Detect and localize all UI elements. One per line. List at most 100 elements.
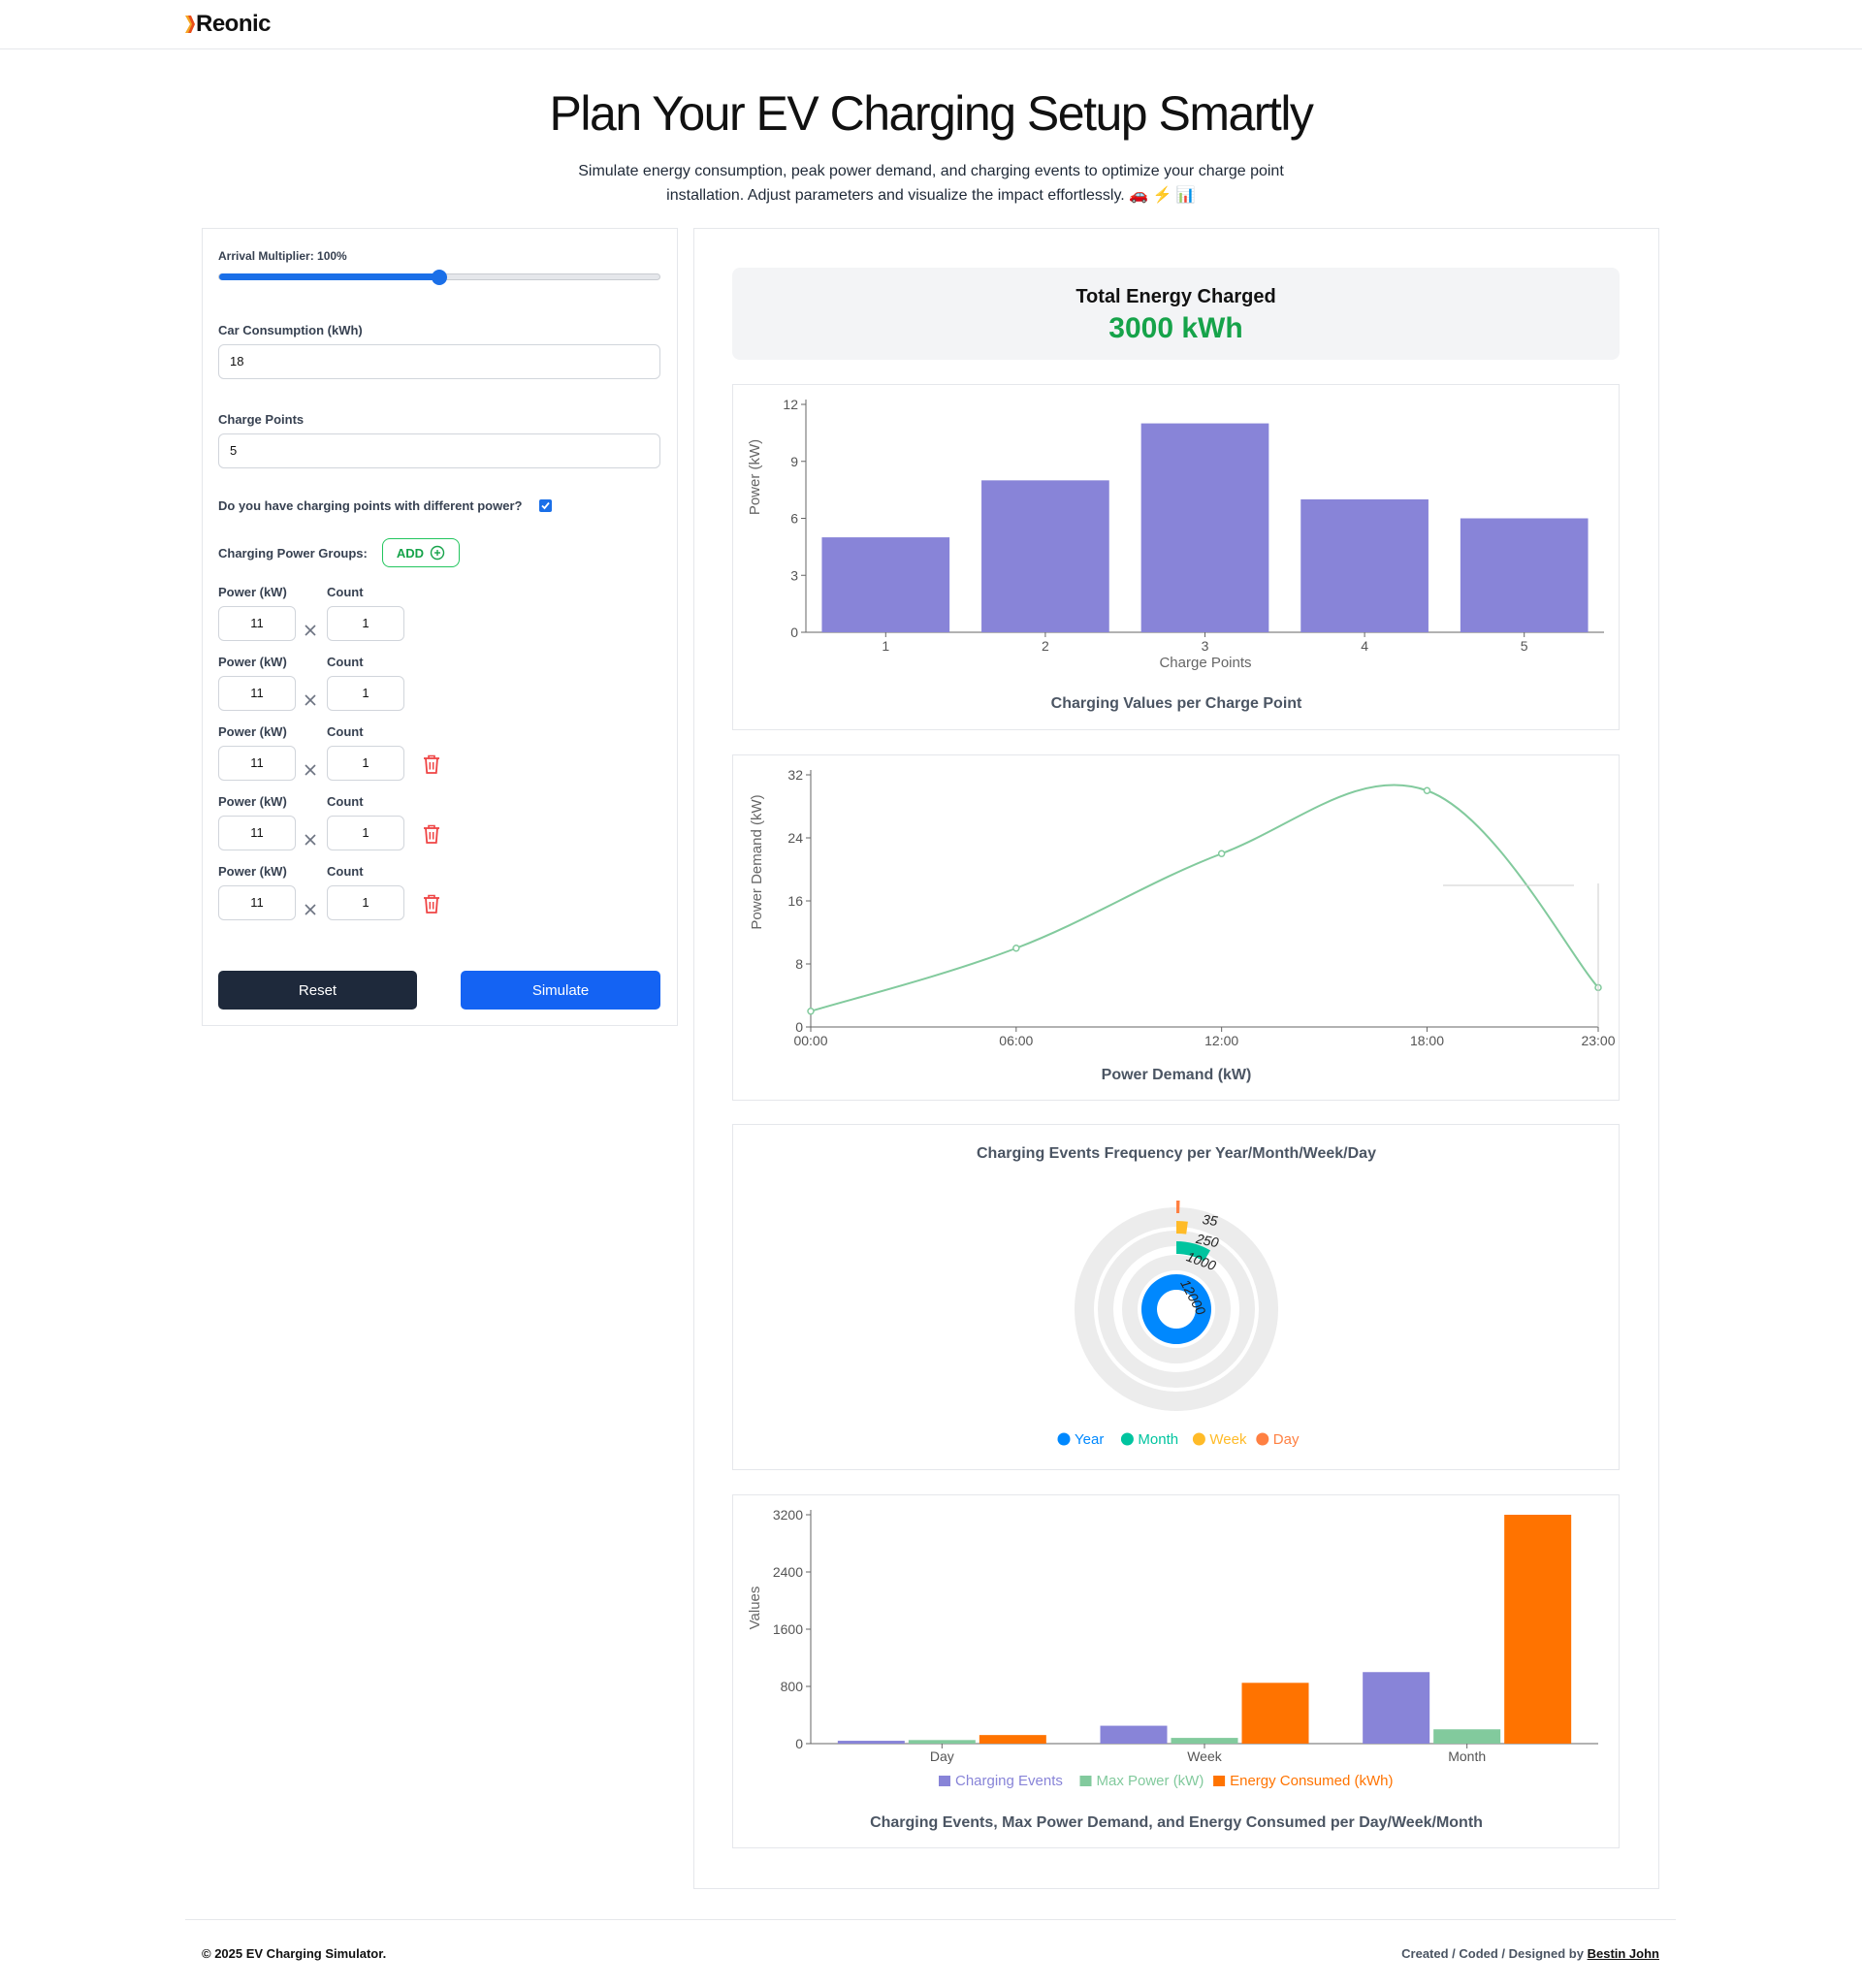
power-demand-chart-svg: Power Demand (kW) Power Demand (kW) 0816… bbox=[749, 767, 1616, 1083]
reset-button[interactable]: Reset bbox=[218, 971, 417, 1010]
count-label: Count bbox=[327, 794, 364, 809]
page-title: Plan Your EV Charging Setup Smartly bbox=[549, 86, 1314, 141]
footer-credit-prefix: Created / Coded / Designed by bbox=[1401, 1946, 1584, 1961]
chart2-y-tick-label: 16 bbox=[787, 893, 803, 909]
chart2-title: Power Demand (kW) bbox=[1102, 1067, 1252, 1083]
chart4-bar bbox=[1504, 1515, 1572, 1744]
total-energy-value: 3000 kWh bbox=[1108, 312, 1243, 344]
chart4-bar bbox=[837, 1741, 905, 1744]
chart1-bar bbox=[1300, 498, 1429, 632]
chart4-y-tick-label: 3200 bbox=[773, 1507, 803, 1523]
count-label: Count bbox=[327, 724, 364, 739]
chart3-legend-marker bbox=[1256, 1432, 1269, 1446]
chart4-legend-marker bbox=[1213, 1776, 1226, 1786]
chart4-legend-label: Max Power (kW) bbox=[1097, 1773, 1204, 1789]
chart2-point bbox=[1012, 945, 1020, 952]
power-label: Power (kW) bbox=[218, 724, 287, 739]
events-frequency-chart-svg: Charging Events Frequency per Year/Month… bbox=[977, 1145, 1376, 1448]
chart1-bar bbox=[821, 537, 950, 632]
charge-points-label: Charge Points bbox=[218, 412, 305, 427]
delete-group-icon[interactable] bbox=[422, 754, 441, 775]
chart4-bar bbox=[1363, 1672, 1430, 1744]
summary-grouped-bar-chart: Values Charging Events, Max Power Demand… bbox=[732, 1494, 1620, 1848]
total-energy-title: Total Energy Charged bbox=[1075, 286, 1276, 307]
logo-mark-icon bbox=[185, 16, 195, 33]
power-input[interactable]: 11 bbox=[218, 885, 296, 920]
chart4-bar bbox=[908, 1740, 976, 1744]
power-input[interactable]: 11 bbox=[218, 676, 296, 711]
chart1-y-tick-label: 0 bbox=[790, 625, 798, 640]
charge-points-input[interactable]: 5 bbox=[218, 433, 660, 468]
chart4-y-tick-label: 1600 bbox=[773, 1621, 803, 1637]
chart4-bar bbox=[1241, 1683, 1309, 1744]
chart4-legend-marker bbox=[939, 1776, 950, 1786]
summary-chart-svg: Values Charging Events, Max Power Demand… bbox=[747, 1507, 1598, 1831]
chart2-point bbox=[807, 1008, 815, 1015]
multiply-icon bbox=[304, 763, 317, 777]
different-power-label: Do you have charging points with differe… bbox=[218, 498, 523, 513]
chart3-legend-marker bbox=[1192, 1432, 1205, 1446]
chart2-x-tick-label: 06:00 bbox=[999, 1033, 1033, 1048]
chart1-x-tick-label: 3 bbox=[1202, 638, 1209, 654]
chart3-value-label: 35 bbox=[1202, 1211, 1219, 1229]
count-input[interactable]: 1 bbox=[327, 816, 404, 850]
chart1-bar bbox=[1140, 423, 1269, 632]
charge-point-bar-chart: Power (kW) Charge Points Charging Values… bbox=[732, 384, 1620, 730]
chart3-radial-bar bbox=[1176, 1221, 1188, 1234]
chart1-ylabel: Power (kW) bbox=[747, 439, 763, 515]
different-power-checkbox[interactable] bbox=[539, 499, 552, 512]
logo-text: Reonic bbox=[196, 11, 272, 37]
arrival-multiplier-label: Arrival Multiplier: 100% bbox=[218, 249, 347, 263]
chart4-bar bbox=[979, 1735, 1046, 1744]
chart1-x-tick-label: 2 bbox=[1042, 638, 1049, 654]
chart1-y-tick-label: 6 bbox=[790, 511, 798, 527]
car-consumption-input[interactable]: 18 bbox=[218, 344, 660, 379]
simulate-button[interactable]: Simulate bbox=[461, 971, 660, 1010]
chart1-y-tick-label: 12 bbox=[783, 397, 798, 412]
author-link[interactable]: Bestin John bbox=[1588, 1946, 1659, 1961]
count-input[interactable]: 1 bbox=[327, 676, 404, 711]
delete-group-icon[interactable] bbox=[422, 823, 441, 845]
chart4-title: Charging Events, Max Power Demand, and E… bbox=[870, 1814, 1483, 1831]
multiply-icon bbox=[304, 693, 317, 707]
chart4-y-tick-label: 800 bbox=[781, 1679, 804, 1694]
arrival-multiplier-slider[interactable] bbox=[218, 270, 660, 285]
total-energy-card: Total Energy Charged 3000 kWh bbox=[732, 268, 1620, 360]
count-input[interactable]: 1 bbox=[327, 885, 404, 920]
count-input[interactable]: 1 bbox=[327, 746, 404, 781]
chart2-point bbox=[1217, 850, 1226, 857]
chart2-x-tick-label: 12:00 bbox=[1204, 1033, 1238, 1048]
power-demand-line-chart: Power Demand (kW) Power Demand (kW) 0 8 16… bbox=[732, 754, 1620, 1101]
chart4-y-tick-label: 2400 bbox=[773, 1564, 803, 1580]
reonic-logo[interactable]: Reonic bbox=[185, 11, 272, 38]
top-navbar: Reonic bbox=[0, 0, 1862, 49]
chart4-bar bbox=[1100, 1725, 1168, 1744]
power-input[interactable]: 11 bbox=[218, 746, 296, 781]
chart4-y-tick-label: 0 bbox=[795, 1736, 803, 1751]
events-frequency-radial-chart: Charging Events Frequency per Year/Month… bbox=[732, 1124, 1620, 1470]
footer-credit: Created / Coded / Designed by Bestin Joh… bbox=[1401, 1946, 1659, 1961]
footer-divider bbox=[185, 1919, 1676, 1920]
count-input[interactable]: 1 bbox=[327, 606, 404, 641]
plus-circle-icon bbox=[430, 545, 445, 561]
multiply-icon bbox=[304, 903, 317, 916]
power-input[interactable]: 11 bbox=[218, 606, 296, 641]
delete-group-icon[interactable] bbox=[422, 893, 441, 914]
chart1-bar bbox=[1460, 518, 1589, 632]
slider-thumb[interactable] bbox=[432, 270, 447, 285]
subtitle-line-1: Simulate energy consumption, peak power … bbox=[578, 163, 1284, 179]
power-groups-label: Charging Power Groups: bbox=[218, 546, 368, 561]
chart4-x-tick-label: Week bbox=[1187, 1748, 1223, 1764]
chart1-title: Charging Values per Charge Point bbox=[1051, 695, 1302, 712]
charge-point-chart-svg: Power (kW) Charge Points Charging Values… bbox=[747, 397, 1604, 712]
chart3-legend-label: Year bbox=[1075, 1431, 1104, 1448]
chart2-x-tick-label: 00:00 bbox=[793, 1033, 827, 1048]
chart3-legend-marker bbox=[1120, 1432, 1134, 1446]
subtitle-line-2: installation. Adjust parameters and visu… bbox=[666, 187, 1196, 204]
add-group-button[interactable]: ADD bbox=[382, 538, 460, 567]
chart4-ylabel: Values bbox=[747, 1587, 763, 1630]
chart1-y-tick-label: 9 bbox=[790, 454, 798, 469]
chart1-x-tick-label: 4 bbox=[1361, 638, 1368, 654]
footer-copyright: © 2025 EV Charging Simulator. bbox=[202, 1946, 387, 1961]
power-input[interactable]: 11 bbox=[218, 816, 296, 850]
